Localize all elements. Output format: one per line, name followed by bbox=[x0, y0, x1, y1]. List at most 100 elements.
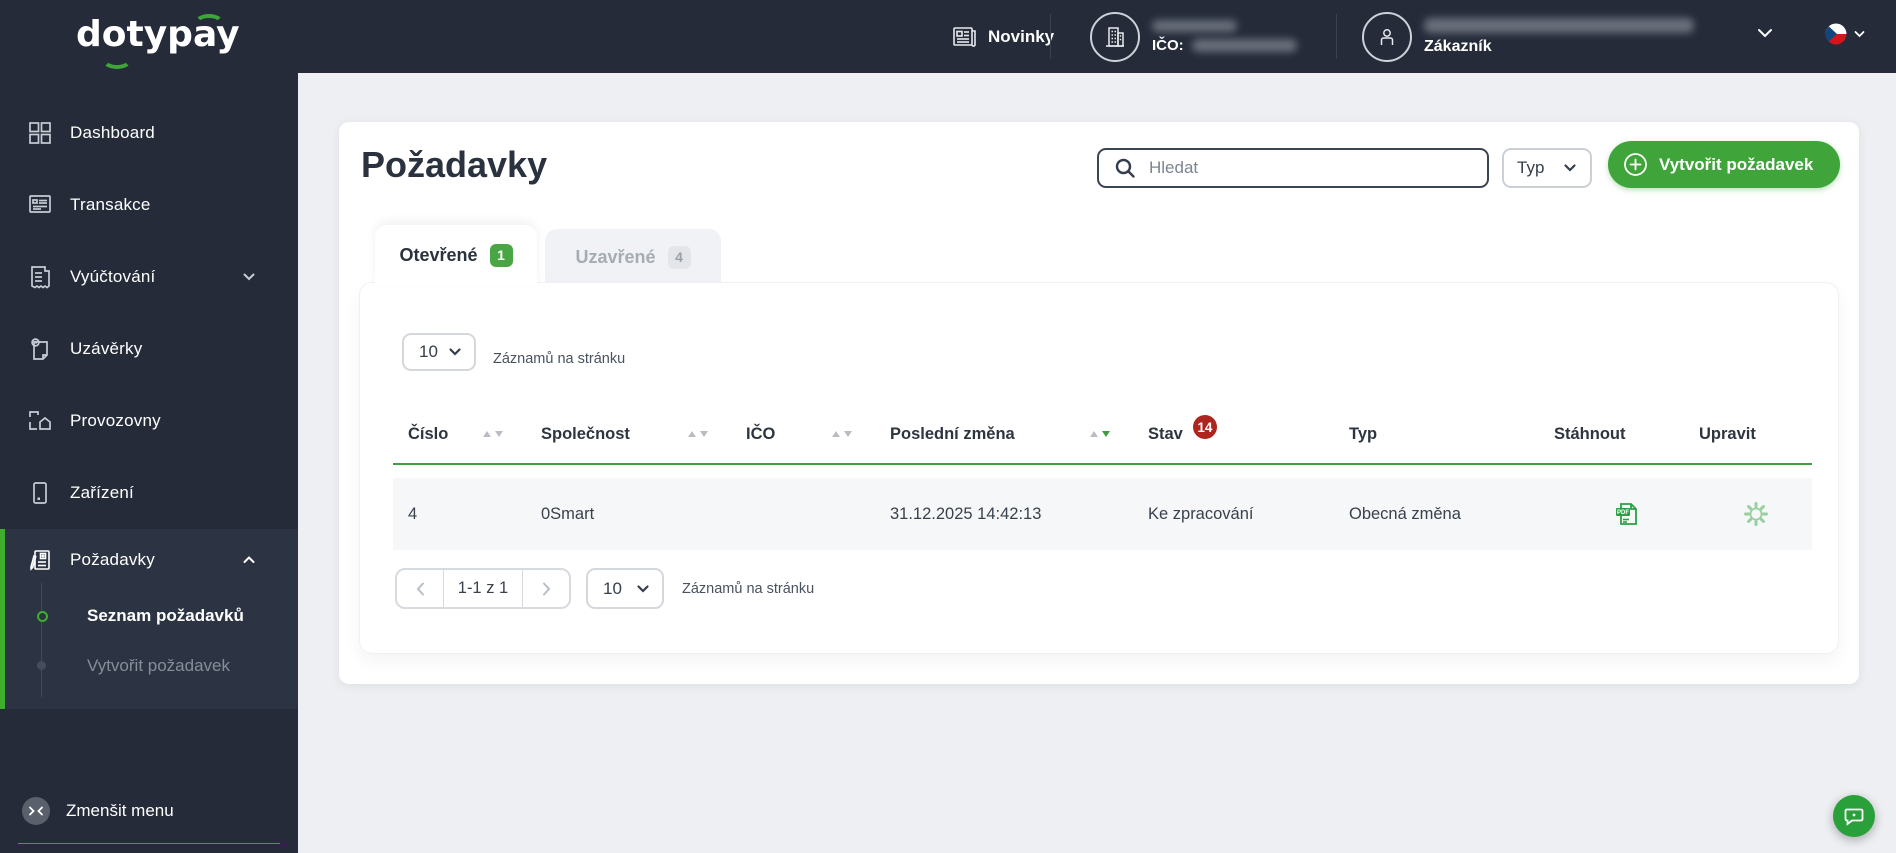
column-header-posledni-zmena[interactable]: Poslední změna bbox=[890, 425, 1148, 444]
inactive-dot bbox=[37, 661, 46, 670]
submenu-item-vytvorit-pozadavek[interactable]: Vytvořit požadavek bbox=[5, 641, 298, 691]
search-icon bbox=[1115, 158, 1135, 178]
language-chevron-down-icon bbox=[1854, 31, 1865, 38]
chevron-up-icon bbox=[242, 550, 256, 570]
redacted-ico-value bbox=[1191, 38, 1297, 52]
app-root: dotypay Novinky IČO: Zákazník Dashboard … bbox=[0, 0, 1896, 853]
submenu-item-seznam-pozadavku[interactable]: Seznam požadavků bbox=[5, 591, 298, 641]
column-header-ico[interactable]: IČO bbox=[746, 425, 890, 444]
cell-cislo: 4 bbox=[408, 504, 418, 523]
sidebar-item-dashboard[interactable]: Dashboard bbox=[0, 97, 298, 169]
active-dot bbox=[37, 611, 48, 622]
column-header-stahnout: Stáhnout bbox=[1554, 424, 1626, 443]
novinky-link[interactable]: Novinky bbox=[952, 0, 1054, 73]
devices-icon bbox=[33, 482, 47, 504]
sidebar-item-label: Uzávěrky bbox=[70, 339, 143, 358]
requests-card: Požadavky Typ Vytvořit požadavek Uzavřen bbox=[339, 122, 1859, 684]
sidebar-item-vyuctovani[interactable]: Vyúčtování bbox=[0, 241, 298, 313]
column-header-stav: Stav 14 bbox=[1148, 415, 1349, 446]
type-filter-label: Typ bbox=[1517, 158, 1545, 177]
chevron-down-icon bbox=[1564, 164, 1576, 172]
chevron-down-icon bbox=[242, 267, 256, 287]
czech-flag-icon bbox=[1825, 23, 1847, 45]
page-size-value: 10 bbox=[603, 578, 622, 598]
column-header-cislo[interactable]: Číslo bbox=[393, 425, 541, 444]
table-header-row: Číslo Společnost IČO Poslední změna Stav… bbox=[393, 405, 1812, 465]
page-size-label-top: Záznamů na stránku bbox=[493, 351, 626, 367]
sidebar-item-label: Vyúčtování bbox=[70, 267, 156, 286]
sidebar-active-section: Požadavky Seznam požadavků Vytvořit poža… bbox=[0, 529, 298, 709]
dashboard-grid-icon bbox=[29, 122, 51, 144]
header-divider bbox=[1050, 14, 1051, 59]
download-pdf-button[interactable]: PDF bbox=[1554, 499, 1699, 529]
sidebar-item-zarizeni[interactable]: Zařízení bbox=[0, 457, 298, 529]
type-filter-select[interactable]: Typ bbox=[1502, 148, 1592, 188]
stav-count-badge: 14 bbox=[1192, 415, 1217, 439]
sidebar-item-transakce[interactable]: Transakce bbox=[0, 169, 298, 241]
collapse-menu-icon bbox=[22, 797, 50, 825]
sidebar-item-uzaverky[interactable]: Uzávěrky bbox=[0, 313, 298, 385]
pagination-next-button[interactable] bbox=[523, 570, 569, 607]
sort-icons[interactable] bbox=[483, 431, 503, 437]
chevron-left-icon bbox=[416, 582, 424, 595]
logo-green-arc-over-a bbox=[194, 14, 224, 33]
table-row: 4 0Smart 31.12.2025 14:42:13 Ke zpracová… bbox=[393, 478, 1812, 550]
requests-submenu: Seznam požadavků Vytvořit požadavek bbox=[5, 583, 298, 697]
page-title: Požadavky bbox=[361, 144, 548, 185]
account-chevron-down-icon[interactable] bbox=[1755, 26, 1775, 45]
cell-typ: Obecná změna bbox=[1349, 504, 1461, 523]
search-box bbox=[1097, 148, 1489, 188]
collapse-menu-button[interactable]: Zmenšit menu bbox=[0, 789, 298, 833]
search-input[interactable] bbox=[1147, 157, 1487, 179]
language-selector[interactable] bbox=[1824, 22, 1866, 46]
tab-closed[interactable]: Uzavřené 4 bbox=[545, 229, 721, 285]
sort-icons[interactable] bbox=[688, 431, 708, 437]
edit-request-button[interactable] bbox=[1699, 499, 1812, 529]
sort-icons-active-desc[interactable] bbox=[1090, 431, 1110, 437]
newspaper-icon bbox=[953, 26, 976, 47]
column-header-upravit: Upravit bbox=[1699, 424, 1756, 443]
tab-open-label: Otevřené bbox=[399, 244, 478, 265]
page-size-select-top[interactable]: 10 bbox=[402, 333, 476, 371]
chevron-down-icon bbox=[637, 584, 649, 593]
tab-closed-badge: 4 bbox=[667, 245, 691, 269]
tab-open[interactable]: Otevřené 1 bbox=[375, 225, 537, 285]
billing-icon bbox=[31, 266, 50, 289]
sidebar-item-label: Zařízení bbox=[70, 483, 134, 502]
logo-green-arc-under-o bbox=[102, 50, 132, 69]
sidebar-footer-divider bbox=[18, 843, 280, 844]
svg-text:PDF: PDF bbox=[1617, 510, 1629, 516]
header-divider bbox=[1336, 14, 1337, 59]
column-header-spolecnost[interactable]: Společnost bbox=[541, 425, 746, 444]
chevron-down-icon bbox=[449, 348, 461, 356]
requests-table-panel: 10 Záznamů na stránku Číslo Společnost I… bbox=[360, 283, 1838, 653]
create-request-button[interactable]: Vytvořit požadavek bbox=[1608, 141, 1840, 188]
sidebar-item-label: Transakce bbox=[70, 195, 151, 214]
company-selector[interactable]: IČO: bbox=[1090, 0, 1297, 73]
chat-widget-button[interactable] bbox=[1833, 795, 1875, 837]
account-selector[interactable]: Zákazník bbox=[1362, 0, 1694, 73]
page-size-value: 10 bbox=[419, 342, 438, 361]
cell-posledni-zmena: 31.12.2025 14:42:13 bbox=[890, 504, 1042, 523]
cell-spolecnost: 0Smart bbox=[541, 504, 595, 523]
tab-open-badge: 1 bbox=[489, 243, 513, 267]
dotypay-logo[interactable]: dotypay bbox=[76, 14, 246, 69]
chevron-right-icon bbox=[542, 582, 550, 595]
sidebar-item-provozovny[interactable]: Provozovny bbox=[0, 385, 298, 457]
gear-icon bbox=[1743, 502, 1768, 526]
redacted-account-email bbox=[1424, 17, 1694, 33]
tab-closed-label: Uzavřené bbox=[575, 246, 656, 267]
page-size-select-bottom[interactable]: 10 bbox=[586, 568, 664, 609]
pagination-prev-button[interactable] bbox=[397, 570, 443, 607]
sidebar-item-label: Dashboard bbox=[70, 123, 155, 142]
sidebar-item-pozadavky[interactable]: Požadavky bbox=[5, 529, 298, 591]
sort-icons[interactable] bbox=[832, 431, 852, 437]
closures-icon bbox=[31, 338, 48, 360]
ico-label: IČO: bbox=[1152, 36, 1184, 54]
sidebar-nav: Dashboard Transakce Vyúčtování Uzávěrky … bbox=[0, 97, 298, 709]
top-header: dotypay Novinky IČO: Zákazník bbox=[0, 0, 1896, 73]
stores-icon bbox=[29, 411, 51, 430]
sidebar-item-label: Požadavky bbox=[70, 550, 155, 569]
redacted-company-name bbox=[1152, 19, 1237, 32]
sidebar-item-label: Provozovny bbox=[70, 411, 161, 430]
